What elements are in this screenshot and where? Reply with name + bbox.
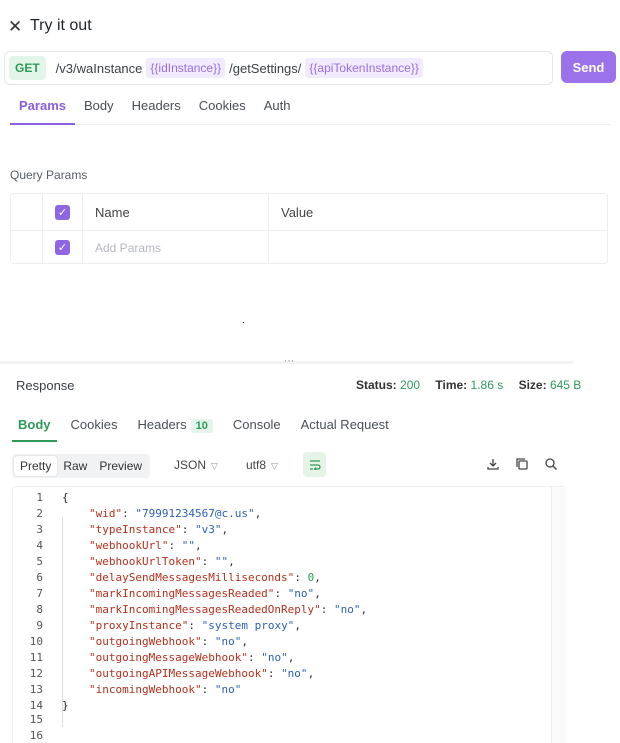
column-value-header: Value (281, 204, 314, 220)
code-text: "delaySendMessagesMilliseconds": 0, (89, 571, 321, 584)
code-text: "webhookUrl": "", (89, 539, 202, 552)
search-icon[interactable] (544, 457, 558, 471)
tab-response-headers[interactable]: Headers 10 (131, 414, 218, 442)
tab-console[interactable]: Console (227, 414, 287, 442)
code-line: 11 "outgoingMessageWebhook": "no", (13, 650, 565, 666)
panel-title: Try it out (30, 17, 92, 34)
code-line: 3 "typeInstance": "v3", (13, 522, 565, 538)
response-label: Response (16, 378, 75, 393)
line-number: 3 (36, 523, 43, 536)
row-checkbox[interactable]: ✓ (55, 240, 70, 255)
code-line: 1{ (13, 490, 565, 506)
variable-id-instance[interactable]: {{idInstance}} (146, 58, 226, 78)
line-number: 13 (29, 683, 43, 696)
code-line: 6 "delaySendMessagesMilliseconds": 0, (13, 570, 565, 586)
code-text: "typeInstance": "v3", (89, 523, 229, 536)
response-tabs: Body Cookies Headers 10 Console Actual Re… (12, 414, 403, 442)
headers-count-badge: 10 (190, 419, 213, 433)
line-number: 2 (36, 507, 43, 520)
code-line: 2 "wid": "79991234567@c.us", (13, 506, 565, 522)
url-prefix: /v3/waInstance (55, 60, 143, 76)
send-button[interactable]: Send (561, 51, 616, 83)
preview-button[interactable]: Preview (93, 456, 148, 476)
status-value: 200 (400, 378, 421, 392)
code-text: "outgoingMessageWebhook": "no", (89, 651, 295, 664)
param-name-input[interactable]: Add Params (95, 241, 161, 255)
column-name-header: Name (95, 204, 130, 220)
line-number: 5 (36, 555, 43, 568)
url-bar[interactable]: GET /v3/waInstance {{idInstance}} /getSe… (4, 51, 553, 85)
format-dropdown[interactable]: JSON ▽ (174, 458, 218, 472)
code-line: 8 "markIncomingMessagesReadedOnReply": "n… (13, 602, 565, 618)
tab-body[interactable]: Body (75, 96, 123, 125)
line-number: 16 (29, 729, 43, 742)
tab-auth[interactable]: Auth (255, 96, 300, 125)
code-text: "wid": "79991234567@c.us", (89, 507, 262, 520)
code-line: 5 "webhookUrlToken": "", (13, 554, 565, 570)
code-line: 10 "outgoingWebhook": "no", (13, 634, 565, 650)
code-line: 15 (13, 712, 565, 728)
encoding-dropdown[interactable]: utf8 ▽ (246, 458, 278, 472)
table-row: ✓ Add Params (11, 231, 607, 264)
code-line: 13 "incomingWebhook": "no" (13, 682, 565, 698)
code-line: 16 (13, 728, 565, 743)
line-number: 4 (36, 539, 43, 552)
view-mode-toggle: Pretty Raw Preview (12, 454, 151, 478)
line-number: 11 (29, 651, 43, 664)
pretty-button[interactable]: Pretty (14, 456, 58, 476)
query-params-table: ✓ Name Value ✓ Add Params (10, 193, 608, 264)
line-number: 7 (36, 587, 43, 600)
line-number: 10 (29, 635, 43, 648)
response-body-viewer[interactable]: 1{2 "wid": "79991234567@c.us", 3 "typeInsta… (12, 486, 566, 743)
variable-api-token[interactable]: {{apiTokenInstance}} (305, 58, 423, 78)
table-header-row: ✓ Name Value (11, 194, 607, 231)
tab-response-body[interactable]: Body (12, 414, 57, 442)
tab-actual-request[interactable]: Actual Request (295, 414, 395, 442)
url-middle: /getSettings/ (229, 60, 302, 76)
method-badge[interactable]: GET (9, 56, 46, 80)
code-text: { (62, 491, 69, 504)
code-line: 4 "webhookUrl": "", (13, 538, 565, 554)
close-icon[interactable]: ✕ (8, 18, 22, 35)
tab-response-cookies[interactable]: Cookies (65, 414, 124, 442)
code-line: 7 "markIncomingMessagesReaded": "no", (13, 586, 565, 602)
time-value: 1.86 s (470, 378, 504, 392)
tab-cookies[interactable]: Cookies (190, 96, 255, 125)
code-line: 9 "proxyInstance": "system proxy", (13, 618, 565, 634)
copy-icon[interactable] (515, 457, 529, 471)
select-all-checkbox[interactable]: ✓ (55, 204, 70, 220)
tab-headers[interactable]: Headers (123, 96, 190, 125)
code-text: "markIncomingMessagesReaded": "no", (89, 587, 321, 600)
request-tabs: Params Body Headers Cookies Auth (10, 96, 610, 125)
raw-button[interactable]: Raw (57, 456, 93, 476)
wrap-lines-icon[interactable] (303, 452, 326, 477)
param-value-input[interactable] (269, 231, 607, 264)
line-number: 6 (36, 571, 43, 584)
download-icon[interactable] (486, 457, 500, 471)
line-number: 15 (29, 713, 43, 726)
line-number: 1 (36, 491, 43, 504)
code-text: "markIncomingMessagesReadedOnReply": "no… (89, 603, 368, 616)
code-line: 12 "outgoingAPIMessageWebhook": "no", (13, 666, 565, 682)
tab-params[interactable]: Params (10, 96, 75, 125)
code-text: "proxyInstance": "system proxy", (89, 619, 301, 632)
code-text: "outgoingWebhook": "no", (89, 635, 248, 648)
code-text: "webhookUrlToken": "", (89, 555, 235, 568)
drag-handle-icon[interactable]: ⋯ (284, 356, 294, 367)
chevron-down-icon: ▽ (211, 461, 218, 471)
code-text: "incomingWebhook": "no" (89, 683, 242, 696)
line-number: 8 (36, 603, 43, 616)
response-stats: Status: 200 Time: 1.86 s Size: 645 B (356, 378, 582, 392)
panel-header: ✕ Try it out (8, 14, 92, 38)
size-value: 645 B (549, 378, 582, 392)
line-number: 9 (36, 619, 43, 632)
stray-dot: . (242, 315, 245, 326)
line-number: 12 (29, 667, 43, 680)
code-text: "outgoingAPIMessageWebhook": "no", (89, 667, 315, 680)
query-params-label: Query Params (10, 168, 88, 182)
chevron-down-icon: ▽ (271, 461, 278, 471)
